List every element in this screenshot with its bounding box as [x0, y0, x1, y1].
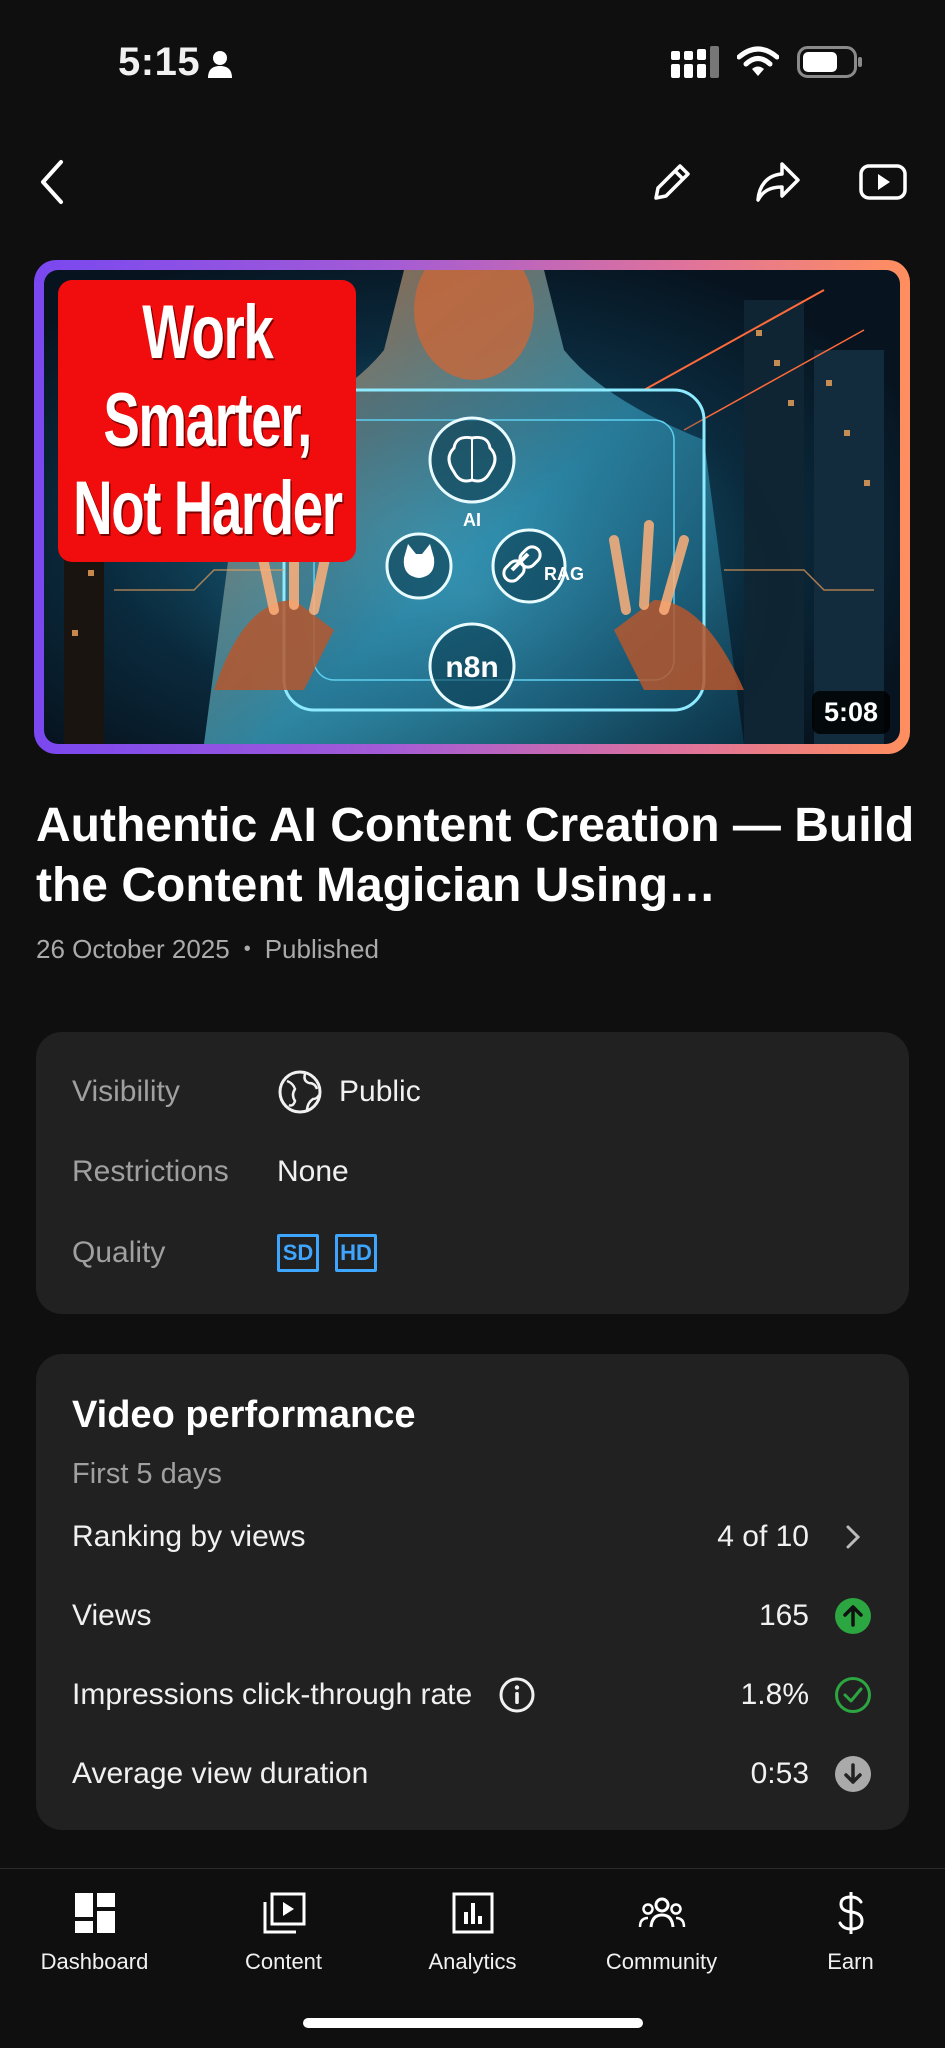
dashboard-icon [74, 1893, 115, 1933]
share-icon [756, 162, 800, 202]
nav-label: Analytics [428, 1949, 517, 1974]
youtube-play-icon [859, 164, 907, 200]
ctr-label: Impressions click-through rate [72, 1678, 473, 1711]
back-button[interactable] [22, 152, 82, 212]
quality-label: Quality [72, 1236, 166, 1269]
chevron-right-icon [846, 1525, 861, 1549]
analytics-icon [452, 1892, 493, 1934]
battery-icon [797, 46, 862, 78]
thumbnail-text-line: Not Harder [72, 466, 343, 551]
quality-row: Quality SD HD [72, 1228, 393, 1278]
thumbnail-label-rag: RAG [544, 564, 584, 584]
nav-earn[interactable]: Earn [756, 1883, 945, 1975]
avg-duration-row: Average view duration 0:53 [72, 1749, 873, 1799]
video-meta: 26 October 2025 • Published [36, 934, 379, 965]
ctr-row: Impressions click-through rate 1.8% [72, 1670, 873, 1720]
thumbnail-text-badge: Work Smarter, Not Harder [58, 280, 356, 562]
person-icon [208, 51, 232, 78]
quality-hd-badge: HD [335, 1234, 377, 1272]
ctr-value: 1.8% [740, 1678, 809, 1711]
ranking-row[interactable]: Ranking by views 4 of 10 [72, 1512, 873, 1562]
performance-title: Video performance [72, 1394, 416, 1436]
edit-pencil-icon [654, 164, 690, 200]
back-icon [41, 160, 63, 204]
status-time: 5:15 [118, 40, 201, 84]
restrictions-row[interactable]: Restrictions None [72, 1147, 349, 1197]
avg-duration-label: Average view duration [72, 1757, 369, 1790]
restrictions-label: Restrictions [72, 1155, 229, 1188]
views-label: Views [72, 1599, 152, 1632]
arrow-up-circle-icon [835, 1598, 871, 1634]
edit-button[interactable] [642, 152, 702, 212]
dollar-icon [838, 1892, 864, 1934]
app-bar [0, 140, 945, 220]
publish-date: 26 October 2025 [36, 934, 230, 964]
thumbnail-image: AI RAG n8n Work Smarter, Not Harder 5:08 [44, 270, 900, 744]
thumbnail-text-line: Smarter, [103, 378, 312, 463]
nav-label: Content [244, 1949, 323, 1974]
nav-label: Community [605, 1949, 718, 1974]
views-row: Views 165 [72, 1591, 873, 1641]
community-icon [638, 1897, 685, 1928]
ranking-label: Ranking by views [72, 1520, 306, 1553]
arrow-down-circle-icon [835, 1756, 871, 1792]
wifi-icon [737, 46, 779, 76]
info-icon[interactable] [498, 1676, 536, 1714]
restrictions-value: None [277, 1155, 349, 1188]
video-thumbnail[interactable]: AI RAG n8n Work Smarter, Not Harder 5:08 [34, 260, 910, 754]
meta-separator: • [243, 938, 251, 960]
thumbnail-text-line: Work [141, 290, 273, 375]
video-title: Authentic AI Content Creation — Build th… [36, 799, 915, 912]
check-circle-icon [835, 1677, 871, 1713]
video-details-card[interactable]: Visibility Public Restrictions None Qual… [36, 1032, 909, 1314]
youtube-button[interactable] [853, 152, 913, 212]
content-icon [263, 1892, 305, 1934]
video-duration: 5:08 [811, 691, 890, 734]
views-value: 165 [758, 1599, 809, 1632]
avg-duration-value: 0:53 [750, 1757, 809, 1790]
visibility-value: Public [339, 1075, 421, 1108]
nav-analytics[interactable]: Analytics [378, 1883, 567, 1975]
nav-dashboard[interactable]: Dashboard [0, 1883, 189, 1975]
publish-status: Published [264, 934, 379, 964]
nav-label: Dashboard [40, 1949, 149, 1974]
performance-subtitle: First 5 days [72, 1458, 222, 1490]
nav-content[interactable]: Content [189, 1883, 378, 1975]
cellular-signal-icon [671, 46, 719, 78]
thumbnail-label-ai: AI [463, 510, 481, 530]
video-performance-card[interactable]: Video performance First 5 days Ranking b… [36, 1354, 909, 1830]
visibility-row[interactable]: Visibility Public [72, 1067, 421, 1117]
thumbnail-label-n8n: n8n [445, 651, 498, 684]
status-bar: 5:15 [0, 0, 945, 120]
visibility-label: Visibility [72, 1075, 180, 1108]
globe-icon [278, 1070, 322, 1114]
quality-sd-badge: SD [277, 1234, 319, 1272]
share-button[interactable] [748, 152, 808, 212]
home-indicator[interactable] [303, 2018, 643, 2028]
ranking-value: 4 of 10 [717, 1520, 809, 1553]
nav-label: Earn [827, 1949, 874, 1974]
nav-community[interactable]: Community [567, 1883, 756, 1975]
